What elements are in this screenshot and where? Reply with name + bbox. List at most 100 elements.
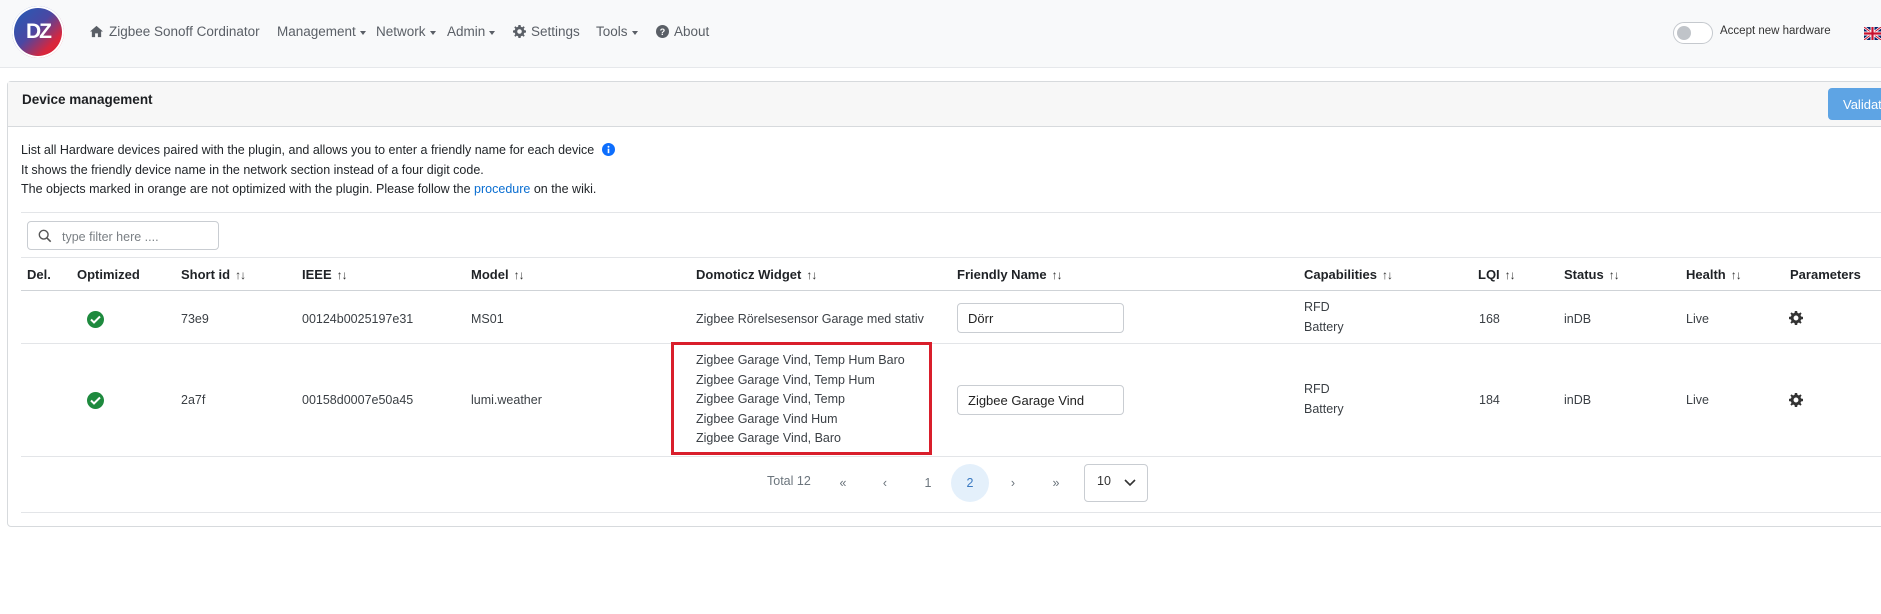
- description-text-1: List all Hardware devices paired with th…: [21, 143, 595, 157]
- cell-capabilities: RFD Battery: [1304, 298, 1344, 337]
- header-widget-label: Domoticz Widget: [696, 267, 802, 282]
- nav-admin-label: Admin: [447, 24, 486, 39]
- pagination-total: Total 12: [767, 474, 811, 488]
- capability-item: Battery: [1304, 319, 1344, 334]
- highlight-box: [671, 342, 932, 455]
- last-page-button[interactable]: »: [1037, 464, 1075, 502]
- gear-icon[interactable]: [1789, 393, 1803, 407]
- sort-icon[interactable]: ↑↓: [1382, 268, 1393, 282]
- filter-box[interactable]: [27, 221, 219, 250]
- friendly-name-input[interactable]: [957, 385, 1124, 415]
- home-icon: [90, 25, 103, 38]
- check-circle-icon: [87, 392, 104, 409]
- accept-hardware-toggle[interactable]: [1673, 22, 1713, 44]
- procedure-link[interactable]: procedure: [474, 182, 530, 196]
- logo-text: DZ: [26, 20, 52, 43]
- header-optimized-label: Optimized: [77, 267, 140, 282]
- header-lqi[interactable]: LQI ↑↓: [1478, 267, 1516, 282]
- row-divider: [21, 343, 1881, 344]
- description-line-1: List all Hardware devices paired with th…: [21, 143, 615, 157]
- header-ieee[interactable]: IEEE ↑↓: [302, 267, 348, 282]
- sort-icon[interactable]: ↑↓: [1731, 268, 1742, 282]
- header-del-label: Del.: [27, 267, 51, 282]
- header-model[interactable]: Model ↑↓: [471, 267, 525, 282]
- cell-capabilities: RFD Battery: [1304, 380, 1344, 419]
- capability-item: RFD: [1304, 382, 1330, 396]
- header-capabilities[interactable]: Capabilities ↑↓: [1304, 267, 1393, 282]
- nav-about[interactable]: ? About: [656, 24, 709, 39]
- header-friendly-label: Friendly Name: [957, 267, 1047, 282]
- friendly-name-input[interactable]: [957, 303, 1124, 333]
- uk-flag-icon[interactable]: [1864, 27, 1881, 40]
- header-short-id[interactable]: Short id ↑↓: [181, 267, 246, 282]
- nav-network-label: Network: [376, 24, 426, 39]
- header-friendly-name[interactable]: Friendly Name ↑↓: [957, 267, 1063, 282]
- page-size-select[interactable]: 10: [1084, 464, 1148, 502]
- sort-icon[interactable]: ↑↓: [1052, 268, 1063, 282]
- filter-input[interactable]: [60, 226, 214, 248]
- description-text-3a: The objects marked in orange are not opt…: [21, 182, 475, 196]
- chevron-down-icon: [429, 30, 436, 35]
- gear-icon: [513, 25, 526, 38]
- page-1-button[interactable]: 1: [909, 464, 947, 502]
- header-widget[interactable]: Domoticz Widget ↑↓: [696, 267, 817, 282]
- cell-health: Live: [1686, 312, 1709, 326]
- page-2-button[interactable]: 2: [951, 464, 989, 502]
- cell-health: Live: [1686, 393, 1709, 407]
- chevron-down-icon: [359, 30, 366, 35]
- next-page-button[interactable]: ›: [994, 464, 1032, 502]
- cell-lqi: 184: [1479, 393, 1500, 407]
- divider: [21, 512, 1881, 513]
- cell-ieee: 00158d0007e50a45: [302, 393, 414, 407]
- nav-management-label: Management: [277, 24, 356, 39]
- row-divider: [21, 456, 1881, 457]
- header-lqi-label: LQI: [1478, 267, 1500, 282]
- info-icon[interactable]: [601, 143, 615, 156]
- cell-model: lumi.weather: [471, 393, 542, 407]
- svg-text:?: ?: [660, 27, 665, 37]
- chevron-down-icon: [1124, 479, 1136, 487]
- cell-short-id: 2a7f: [181, 393, 206, 407]
- description-line-3: The objects marked in orange are not opt…: [21, 182, 596, 196]
- nav-settings-label: Settings: [531, 24, 580, 39]
- header-optimized: Optimized: [77, 267, 140, 282]
- nav-settings[interactable]: Settings: [513, 24, 580, 39]
- cell-lqi: 168: [1479, 312, 1500, 326]
- card-header: Device management Validate: [8, 82, 1881, 127]
- capability-item: Battery: [1304, 401, 1344, 416]
- nav-admin[interactable]: Admin: [447, 24, 496, 39]
- toggle-knob: [1677, 26, 1691, 40]
- sort-icon[interactable]: ↑↓: [1609, 268, 1620, 282]
- first-page-button[interactable]: «: [824, 464, 862, 502]
- sort-icon[interactable]: ↑↓: [806, 268, 817, 282]
- prev-page-button[interactable]: ‹: [866, 464, 904, 502]
- chevron-down-icon: [631, 30, 638, 35]
- header-health[interactable]: Health ↑↓: [1686, 267, 1742, 282]
- app-logo[interactable]: DZ: [12, 6, 64, 58]
- description-line-2: It shows the friendly device name in the…: [21, 163, 484, 177]
- divider: [21, 257, 1881, 258]
- gear-icon[interactable]: [1789, 311, 1803, 325]
- cell-short-id: 73e9: [181, 312, 209, 326]
- description-text-3b: on the wiki.: [530, 182, 597, 196]
- card-title: Device management: [22, 92, 153, 107]
- cell-status: inDB: [1564, 393, 1592, 407]
- header-status[interactable]: Status ↑↓: [1564, 267, 1620, 282]
- header-model-label: Model: [471, 267, 509, 282]
- header-status-label: Status: [1564, 267, 1604, 282]
- search-icon: [38, 229, 52, 243]
- nav-tools[interactable]: Tools: [596, 24, 638, 39]
- nav-management[interactable]: Management: [277, 24, 366, 39]
- cell-status: inDB: [1564, 312, 1592, 326]
- validate-button[interactable]: Validate: [1828, 88, 1881, 120]
- sort-icon[interactable]: ↑↓: [235, 268, 246, 282]
- nav-home-label: Zigbee Sonoff Cordinator: [109, 24, 260, 39]
- nav-home[interactable]: Zigbee Sonoff Cordinator: [89, 24, 260, 39]
- header-capabilities-label: Capabilities: [1304, 267, 1377, 282]
- nav-network[interactable]: Network: [376, 24, 436, 39]
- sort-icon[interactable]: ↑↓: [1505, 268, 1516, 282]
- sort-icon[interactable]: ↑↓: [337, 268, 348, 282]
- sort-icon[interactable]: ↑↓: [514, 268, 525, 282]
- cell-widget: Zigbee Rörelsesensor Garage med stativ: [696, 312, 924, 326]
- accept-hardware-label: Accept new hardware: [1720, 25, 1831, 37]
